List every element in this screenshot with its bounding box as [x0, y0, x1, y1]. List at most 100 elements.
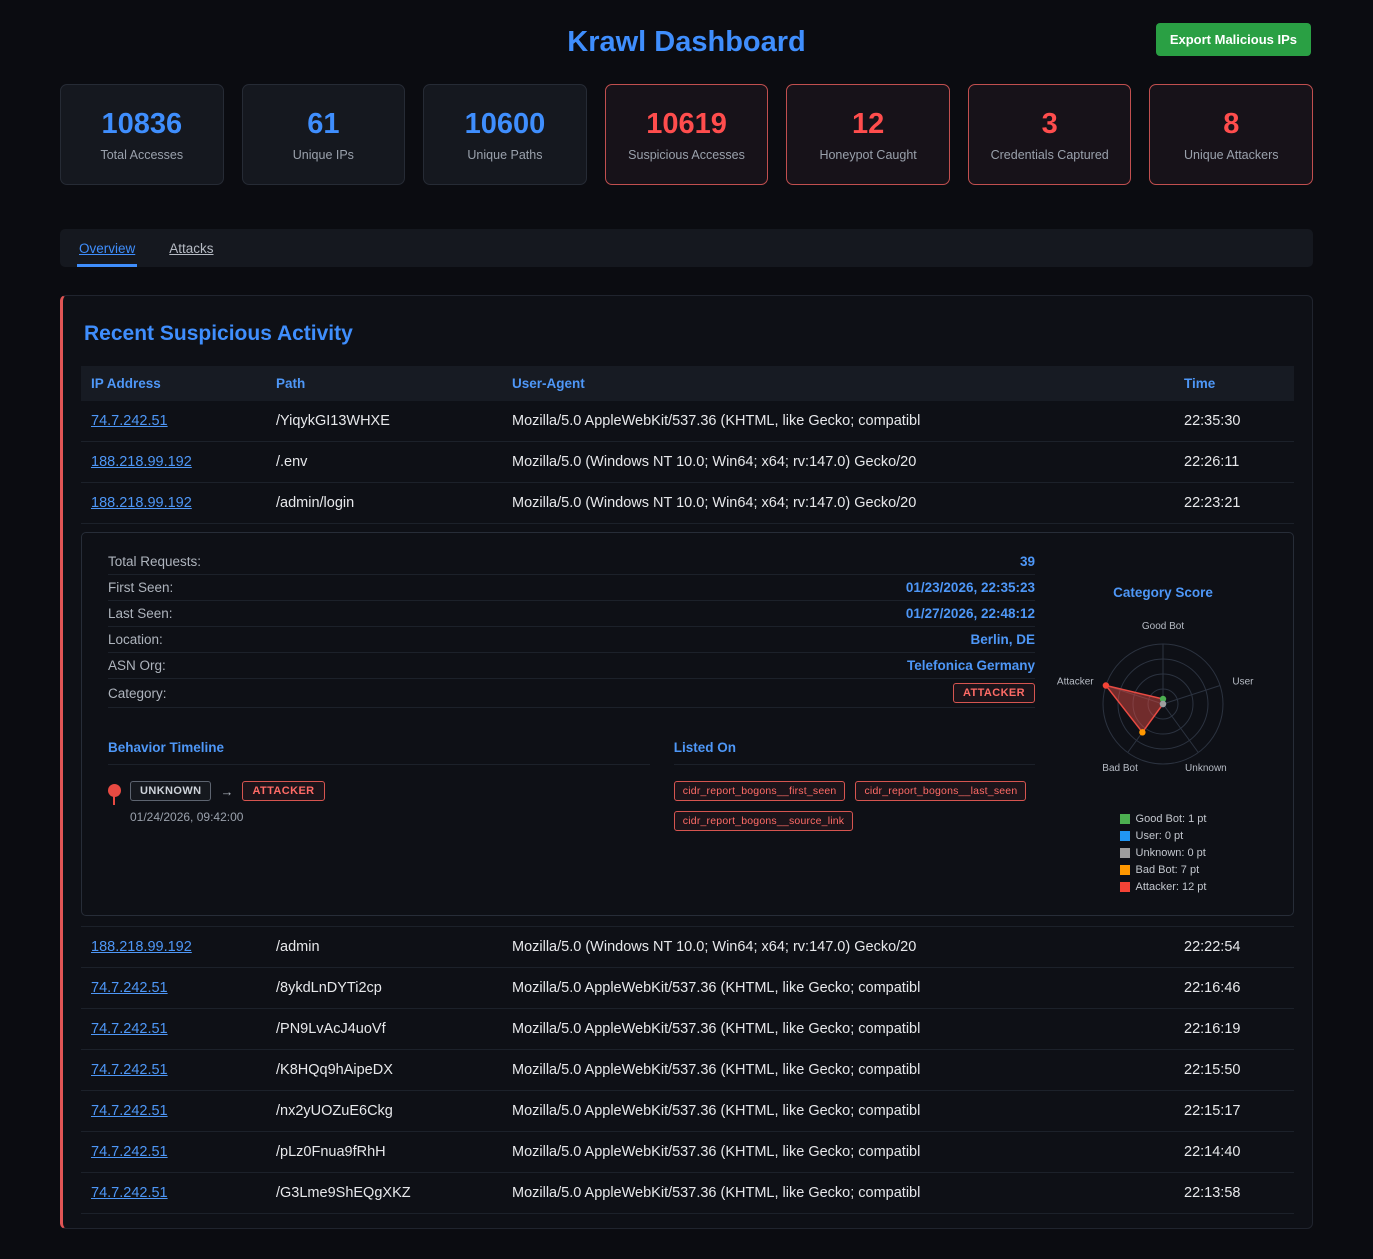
stat-card-unique-ips: 61 Unique IPs — [242, 84, 406, 185]
ip-link[interactable]: 188.218.99.192 — [91, 939, 192, 955]
path-cell: /nx2yUOZuE6Ckg — [266, 1091, 502, 1132]
field-value: Berlin, DE — [970, 632, 1035, 647]
ip-detail-fields: Total Requests: 39 First Seen: 01/23/202… — [96, 549, 1047, 893]
timeline-event: UNKNOWN → ATTACKER 01/24/2026, 09:42:00 — [108, 781, 650, 824]
tab-bar: Overview Attacks — [60, 229, 1313, 267]
time-cell: 22:35:30 — [1174, 401, 1294, 442]
app-title: Krawl Dashboard — [567, 26, 806, 59]
legend-item: Attacker: 12 pt — [1120, 881, 1207, 893]
arrow-right-icon: → — [220, 784, 233, 799]
table-row[interactable]: 74.7.242.51 /PN9LvAcJ4uoVf Mozilla/5.0 A… — [81, 1009, 1294, 1050]
listed-on-badge[interactable]: cidr_report_bogons__source_link — [674, 811, 853, 831]
field-first-seen: First Seen: 01/23/2026, 22:35:23 — [108, 575, 1035, 601]
export-malicious-ips-button[interactable]: Export Malicious IPs — [1156, 23, 1311, 56]
path-cell: /admin — [266, 927, 502, 968]
table-row[interactable]: 188.218.99.192 /admin/login Mozilla/5.0 … — [81, 483, 1294, 524]
category-score-radar: Good Bot User Unknown Bad Bot Attacker — [1047, 602, 1279, 804]
radar-axis-label: Attacker — [1057, 676, 1094, 687]
category-badge: ATTACKER — [953, 683, 1035, 703]
user-agent-cell: Mozilla/5.0 AppleWebKit/537.36 (KHTML, l… — [502, 1132, 1174, 1173]
behavior-timeline-section: Behavior Timeline UNKNOWN → AT — [108, 740, 650, 831]
user-agent-cell: Mozilla/5.0 AppleWebKit/537.36 (KHTML, l… — [502, 401, 1174, 442]
path-cell: /YiqykGI13WHXE — [266, 401, 502, 442]
stat-card-honeypot-caught: 12 Honeypot Caught — [786, 84, 950, 185]
radar-point — [1139, 729, 1145, 735]
ip-detail-panel: Total Requests: 39 First Seen: 01/23/202… — [81, 532, 1294, 916]
radar-point — [1160, 701, 1166, 707]
column-header-path: Path — [266, 366, 502, 401]
legend-label: User: 0 pt — [1136, 830, 1184, 842]
detail-bottom-sections: Behavior Timeline UNKNOWN → AT — [108, 740, 1035, 831]
behavior-timeline-title: Behavior Timeline — [108, 740, 650, 765]
ip-link[interactable]: 188.218.99.192 — [91, 454, 192, 470]
field-last-seen: Last Seen: 01/27/2026, 22:48:12 — [108, 601, 1035, 627]
stat-label: Honeypot Caught — [819, 148, 916, 162]
time-cell: 22:16:46 — [1174, 968, 1294, 1009]
radar-point — [1103, 682, 1109, 688]
path-cell: /PN9LvAcJ4uoVf — [266, 1009, 502, 1050]
legend-label: Good Bot: 1 pt — [1136, 813, 1207, 825]
field-value: Telefonica Germany — [907, 658, 1035, 673]
column-header-time: Time — [1174, 366, 1294, 401]
stat-card-unique-attackers: 8 Unique Attackers — [1149, 84, 1313, 185]
field-value: 39 — [1020, 554, 1035, 569]
time-cell: 22:15:50 — [1174, 1050, 1294, 1091]
legend-label: Unknown: 0 pt — [1136, 847, 1206, 859]
legend-swatch — [1120, 882, 1130, 892]
ip-link[interactable]: 74.7.242.51 — [91, 980, 168, 996]
time-cell: 22:14:40 — [1174, 1132, 1294, 1173]
stat-label: Suspicious Accesses — [628, 148, 745, 162]
listed-on-section: Listed On cidr_report_bogons__first_seen… — [674, 740, 1035, 831]
column-header-user-agent: User-Agent — [502, 366, 1174, 401]
stat-label: Credentials Captured — [991, 148, 1109, 162]
listed-on-title: Listed On — [674, 740, 1035, 765]
legend-label: Attacker: 12 pt — [1136, 881, 1207, 893]
timeline-pin-icon — [108, 784, 121, 797]
stat-value: 10619 — [646, 108, 727, 141]
ip-link[interactable]: 188.218.99.192 — [91, 495, 192, 511]
timeline-to-badge: ATTACKER — [242, 781, 324, 801]
ip-link[interactable]: 74.7.242.51 — [91, 1021, 168, 1037]
table-row[interactable]: 74.7.242.51 /G3Lme9ShEQgXKZ Mozilla/5.0 … — [81, 1173, 1294, 1214]
table-row[interactable]: 74.7.242.51 /K8HQq9hAipeDX Mozilla/5.0 A… — [81, 1050, 1294, 1091]
field-total-requests: Total Requests: 39 — [108, 549, 1035, 575]
field-category: Category: ATTACKER — [108, 679, 1035, 708]
table-row[interactable]: 74.7.242.51 /8ykdLnDYTi2cp Mozilla/5.0 A… — [81, 968, 1294, 1009]
time-cell: 22:22:54 — [1174, 927, 1294, 968]
time-cell: 22:16:19 — [1174, 1009, 1294, 1050]
user-agent-cell: Mozilla/5.0 AppleWebKit/537.36 (KHTML, l… — [502, 1091, 1174, 1132]
ip-link[interactable]: 74.7.242.51 — [91, 1185, 168, 1201]
category-score-title: Category Score — [1047, 585, 1279, 600]
header: Krawl Dashboard Export Malicious IPs — [60, 0, 1313, 84]
listed-on-badge[interactable]: cidr_report_bogons__last_seen — [855, 781, 1026, 801]
legend-label: Bad Bot: 7 pt — [1136, 864, 1200, 876]
listed-on-badge[interactable]: cidr_report_bogons__first_seen — [674, 781, 846, 801]
table-row[interactable]: 188.218.99.192 /.env Mozilla/5.0 (Window… — [81, 442, 1294, 483]
user-agent-cell: Mozilla/5.0 (Windows NT 10.0; Win64; x64… — [502, 927, 1174, 968]
table-row[interactable]: 74.7.242.51 /nx2yUOZuE6Ckg Mozilla/5.0 A… — [81, 1091, 1294, 1132]
ip-link[interactable]: 74.7.242.51 — [91, 413, 168, 429]
radar-axis-label: Good Bot — [1142, 621, 1184, 632]
radar-axis-label: User — [1232, 676, 1254, 687]
path-cell: /admin/login — [266, 483, 502, 524]
ip-link[interactable]: 74.7.242.51 — [91, 1144, 168, 1160]
time-cell: 22:15:17 — [1174, 1091, 1294, 1132]
table-row[interactable]: 74.7.242.51 /YiqykGI13WHXE Mozilla/5.0 A… — [81, 401, 1294, 442]
legend-item: Good Bot: 1 pt — [1120, 813, 1207, 825]
tab-overview[interactable]: Overview — [77, 229, 137, 267]
user-agent-cell: Mozilla/5.0 AppleWebKit/537.36 (KHTML, l… — [502, 968, 1174, 1009]
field-label: ASN Org: — [108, 658, 166, 673]
table-row[interactable]: 74.7.242.51 /pLz0Fnua9fRhH Mozilla/5.0 A… — [81, 1132, 1294, 1173]
ip-link[interactable]: 74.7.242.51 — [91, 1103, 168, 1119]
time-cell: 22:13:58 — [1174, 1173, 1294, 1214]
category-score-section: Category Score Good Bot User Unknown Bad Bo… — [1047, 549, 1279, 893]
stat-card-credentials-captured: 3 Credentials Captured — [968, 84, 1132, 185]
table-row[interactable]: 188.218.99.192 /admin Mozilla/5.0 (Windo… — [81, 927, 1294, 968]
tab-attacks[interactable]: Attacks — [167, 229, 215, 267]
column-header-ip: IP Address — [81, 366, 266, 401]
path-cell: /pLz0Fnua9fRhH — [266, 1132, 502, 1173]
ip-link[interactable]: 74.7.242.51 — [91, 1062, 168, 1078]
radar-axis-label: Unknown — [1185, 763, 1227, 774]
field-asn-org: ASN Org: Telefonica Germany — [108, 653, 1035, 679]
radar-axis-label: Bad Bot — [1102, 763, 1138, 774]
